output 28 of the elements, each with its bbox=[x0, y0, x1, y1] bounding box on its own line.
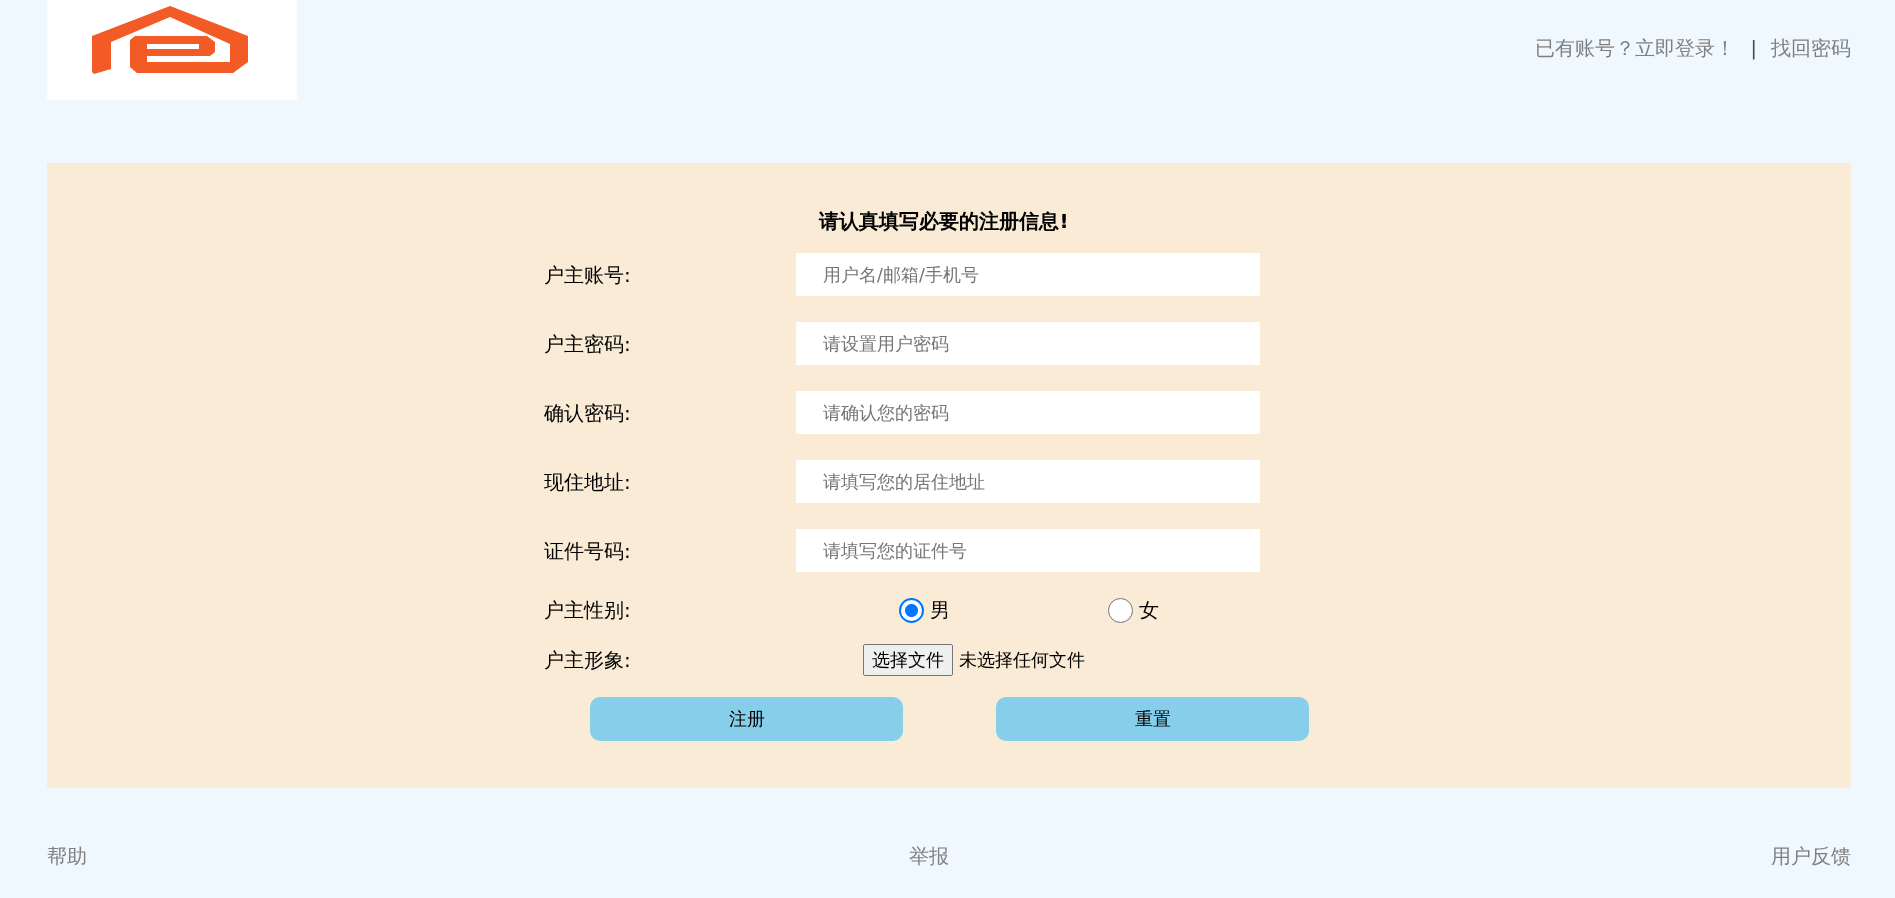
footer-link[interactable]: 用户反馈 bbox=[1771, 844, 1851, 868]
link-separator: | bbox=[1750, 36, 1757, 61]
radio-button[interactable] bbox=[1108, 597, 1133, 623]
field-label: 证件号码: bbox=[544, 537, 631, 564]
footer-link[interactable]: 帮助 bbox=[47, 844, 87, 868]
radio-button[interactable] bbox=[899, 597, 924, 623]
text-input-field[interactable]: 请填写您的证件号 bbox=[796, 529, 1260, 572]
action-button[interactable]: 注册 bbox=[590, 697, 903, 741]
text-input-field[interactable]: 请设置用户密码 bbox=[796, 322, 1260, 365]
footer-link[interactable]: 举报 bbox=[909, 844, 949, 868]
text-input-field[interactable]: 用户名/邮箱/手机号 bbox=[796, 253, 1260, 296]
field-label: 户主形象: bbox=[544, 647, 631, 673]
field-label: 确认密码: bbox=[544, 399, 631, 426]
radio-label[interactable]: 女 bbox=[1139, 597, 1159, 623]
field-label: 户主性别: bbox=[544, 597, 631, 623]
header-link[interactable]: 找回密码 bbox=[1771, 35, 1851, 61]
file-status-text: 未选择任何文件 bbox=[959, 649, 1085, 672]
field-label: 现住地址: bbox=[544, 468, 631, 495]
text-input-field[interactable]: 请确认您的密码 bbox=[796, 391, 1260, 434]
field-label: 户主账号: bbox=[544, 261, 631, 288]
text-input-field[interactable]: 请填写您的居住地址 bbox=[796, 460, 1260, 503]
header-link[interactable]: 已有账号？立即登录！ bbox=[1534, 35, 1735, 61]
action-button[interactable]: 重置 bbox=[996, 697, 1309, 741]
radio-label[interactable]: 男 bbox=[930, 597, 950, 623]
field-label: 户主密码: bbox=[544, 330, 631, 357]
house-logo-icon[interactable] bbox=[47, 0, 297, 100]
choose-file-button[interactable]: 选择文件 bbox=[863, 644, 953, 676]
form-title: 请认真填写必要的注册信息! bbox=[819, 208, 1070, 235]
